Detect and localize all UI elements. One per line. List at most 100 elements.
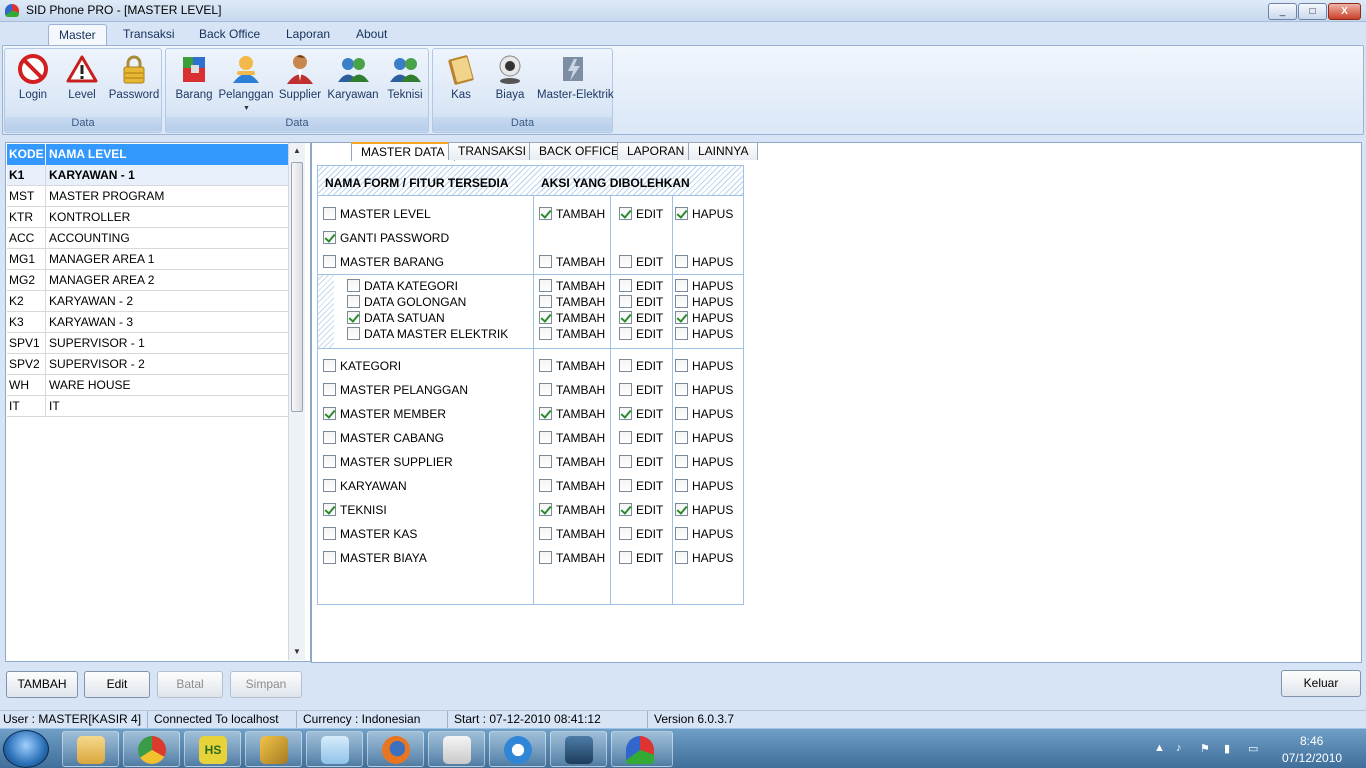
table-row[interactable]: ACC ACCOUNTING (7, 228, 290, 249)
checkbox-ganti-password[interactable]: GANTI PASSWORD (323, 231, 449, 245)
checkbox-tambah[interactable]: TAMBAH (539, 551, 605, 565)
minimize-button[interactable]: _ (1268, 3, 1297, 20)
checkbox-master-kas[interactable]: MASTER KAS (323, 527, 417, 541)
checkbox-tambah[interactable]: TAMBAH (539, 431, 605, 445)
checkbox-hapus[interactable]: HAPUS (675, 279, 733, 293)
checkbox-tambah[interactable]: TAMBAH (539, 327, 605, 341)
column-header-nama-level[interactable]: NAMA LEVEL (49, 144, 127, 164)
master-elektrik-button[interactable]: Master-Elektrik (537, 51, 614, 107)
tab-back-office-panel[interactable]: BACK OFFICE (529, 142, 630, 160)
checkbox-data-satuan[interactable]: DATA SATUAN (347, 311, 445, 325)
supplier-button[interactable]: Supplier (277, 51, 323, 107)
checkbox-data-golongan[interactable]: DATA GOLONGAN (347, 295, 466, 309)
keluar-button[interactable]: Keluar (1281, 670, 1361, 697)
checkbox-hapus[interactable]: HAPUS (675, 407, 733, 421)
checkbox-kategori[interactable]: KATEGORI (323, 359, 401, 373)
checkbox-hapus[interactable]: HAPUS (675, 311, 733, 325)
checkbox-hapus[interactable]: HAPUS (675, 295, 733, 309)
taskbar-explorer[interactable] (62, 731, 119, 767)
checkbox-tambah[interactable]: TAMBAH (539, 207, 605, 221)
checkbox-edit[interactable]: EDIT (619, 455, 663, 469)
table-row[interactable]: K3 KARYAWAN - 3 (7, 312, 290, 333)
checkbox-master-member[interactable]: MASTER MEMBER (323, 407, 446, 421)
taskbar-notepad[interactable] (306, 731, 363, 767)
checkbox-data-master-elektrik[interactable]: DATA MASTER ELEKTRIK (347, 327, 508, 341)
batal-button[interactable]: Batal (157, 671, 223, 698)
checkbox-edit[interactable]: EDIT (619, 255, 663, 269)
scroll-thumb[interactable] (291, 162, 303, 412)
tab-back-office[interactable]: Back Office (189, 24, 270, 46)
table-row[interactable]: SPV2 SUPERVISOR - 2 (7, 354, 290, 375)
maximize-button[interactable]: □ (1298, 3, 1327, 20)
checkbox-hapus[interactable]: HAPUS (675, 479, 733, 493)
checkbox-edit[interactable]: EDIT (619, 503, 663, 517)
checkbox-hapus[interactable]: HAPUS (675, 327, 733, 341)
table-row[interactable]: SPV1 SUPERVISOR - 1 (7, 333, 290, 354)
checkbox-edit[interactable]: EDIT (619, 311, 663, 325)
password-button[interactable]: Password (107, 51, 161, 107)
column-header-kode[interactable]: KODE (9, 144, 46, 165)
checkbox-edit[interactable]: EDIT (619, 551, 663, 565)
checkbox-tambah[interactable]: TAMBAH (539, 383, 605, 397)
table-row[interactable]: K2 KARYAWAN - 2 (7, 291, 290, 312)
checkbox-tambah[interactable]: TAMBAH (539, 311, 605, 325)
simpan-button[interactable]: Simpan (230, 671, 302, 698)
checkbox-hapus[interactable]: HAPUS (675, 431, 733, 445)
taskbar-media[interactable] (550, 731, 607, 767)
table-row[interactable]: WH WARE HOUSE (7, 375, 290, 396)
flag-icon[interactable]: ⚑ (1200, 742, 1210, 755)
tab-master[interactable]: Master (48, 24, 107, 46)
taskbar-firefox[interactable] (367, 731, 424, 767)
clock-date[interactable]: 07/12/2010 (1282, 751, 1342, 765)
start-button[interactable] (3, 730, 49, 768)
table-row[interactable]: MST MASTER PROGRAM (7, 186, 290, 207)
checkbox-master-barang[interactable]: MASTER BARANG (323, 255, 444, 269)
tab-laporan[interactable]: Laporan (276, 24, 340, 46)
checkbox-edit[interactable]: EDIT (619, 383, 663, 397)
table-row[interactable]: KTR KONTROLLER (7, 207, 290, 228)
tab-master-data[interactable]: MASTER DATA (351, 142, 455, 161)
checkbox-tambah[interactable]: TAMBAH (539, 407, 605, 421)
checkbox-edit[interactable]: EDIT (619, 479, 663, 493)
checkbox-edit[interactable]: EDIT (619, 279, 663, 293)
checkbox-master-pelanggan[interactable]: MASTER PELANGGAN (323, 383, 468, 397)
taskbar-mail[interactable] (428, 731, 485, 767)
tab-transaksi[interactable]: Transaksi (113, 24, 185, 46)
checkbox-tambah[interactable]: TAMBAH (539, 527, 605, 541)
edit-button[interactable]: Edit (84, 671, 150, 698)
checkbox-master-cabang[interactable]: MASTER CABANG (323, 431, 444, 445)
karyawan-button[interactable]: Karyawan (327, 51, 379, 107)
checkbox-edit[interactable]: EDIT (619, 327, 663, 341)
barang-button[interactable]: Barang (172, 51, 216, 107)
scroll-down-icon[interactable]: ▼ (289, 644, 305, 660)
table-row[interactable]: IT IT (7, 396, 290, 417)
taskbar-hs-app[interactable]: HS (184, 731, 241, 767)
checkbox-edit[interactable]: EDIT (619, 527, 663, 541)
power-icon[interactable]: ▮ (1224, 742, 1230, 755)
checkbox-karyawan[interactable]: KARYAWAN (323, 479, 407, 493)
pelanggan-button[interactable]: Pelanggan ▼ (218, 51, 274, 112)
table-row[interactable]: MG2 MANAGER AREA 2 (7, 270, 290, 291)
taskbar-seven-zip[interactable] (245, 731, 302, 767)
clock-time[interactable]: 8:46 (1300, 734, 1323, 748)
show-hidden-icons-icon[interactable]: ▲ (1154, 742, 1165, 754)
checkbox-tambah[interactable]: TAMBAH (539, 255, 605, 269)
checkbox-hapus[interactable]: HAPUS (675, 359, 733, 373)
checkbox-tambah[interactable]: TAMBAH (539, 295, 605, 309)
checkbox-master-biaya[interactable]: MASTER BIAYA (323, 551, 427, 565)
checkbox-edit[interactable]: EDIT (619, 431, 663, 445)
checkbox-hapus[interactable]: HAPUS (675, 503, 733, 517)
checkbox-hapus[interactable]: HAPUS (675, 455, 733, 469)
checkbox-hapus[interactable]: HAPUS (675, 527, 733, 541)
kas-button[interactable]: Kas (439, 51, 483, 107)
checkbox-data-kategori[interactable]: DATA KATEGORI (347, 279, 458, 293)
checkbox-hapus[interactable]: HAPUS (675, 383, 733, 397)
login-button[interactable]: Login (9, 51, 57, 107)
scroll-up-icon[interactable]: ▲ (289, 143, 305, 159)
level-button[interactable]: Level (59, 51, 105, 107)
checkbox-edit[interactable]: EDIT (619, 295, 663, 309)
table-row[interactable]: MG1 MANAGER AREA 1 (7, 249, 290, 270)
checkbox-master-level[interactable]: MASTER LEVEL (323, 207, 431, 221)
checkbox-master-supplier[interactable]: MASTER SUPPLIER (323, 455, 453, 469)
checkbox-hapus[interactable]: HAPUS (675, 551, 733, 565)
